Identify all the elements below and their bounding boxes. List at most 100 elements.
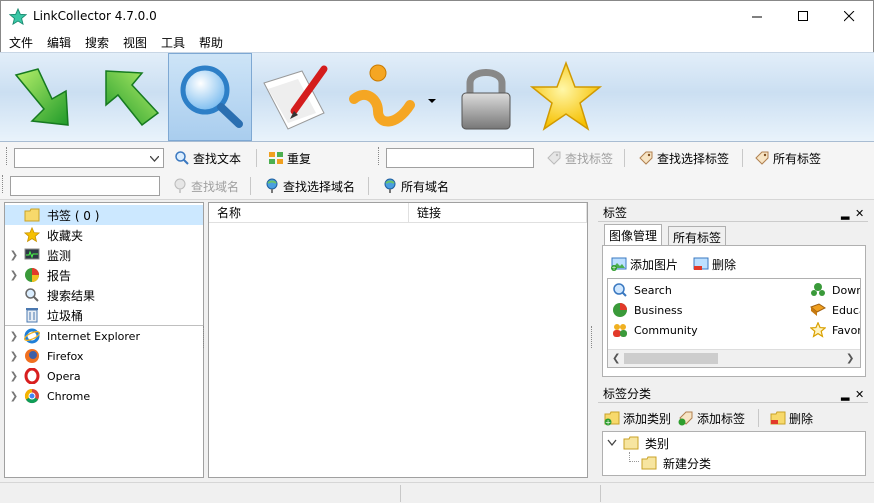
status-cell [600,485,870,502]
magnifier-icon [175,151,189,165]
horizontal-scrollbar[interactable]: ❮ ❯ [608,349,860,367]
scroll-right-icon[interactable]: ❯ [846,353,854,364]
edit-button[interactable] [254,53,338,141]
add-tag-button[interactable]: 添加标签 [678,408,745,428]
tags-tab-content: + 添加图片 删除 Search Business Community Down… [602,245,866,377]
column-header-link[interactable]: 链接 [409,203,587,223]
lock-button[interactable] [444,53,528,141]
maximize-button[interactable] [780,1,826,32]
search-text-combo[interactable] [14,148,164,168]
panel-close-button[interactable]: ✕ [855,205,864,223]
tree-item-firefox[interactable]: ❯ Firefox [5,346,203,366]
find-domain-button[interactable]: 查找域名 [172,176,239,196]
all-domains-button[interactable]: 所有域名 [382,176,449,196]
magnifier-icon [180,65,243,128]
repeat-button[interactable]: 重复 [268,148,311,168]
panel-minimize-button[interactable]: ▂ [841,205,849,223]
chevron-right-icon[interactable]: ❯ [5,391,23,402]
list-item[interactable]: Search [612,281,672,299]
list-item[interactable]: Down [810,281,860,299]
tree-item-internet-explorer[interactable]: ❯ Internet Explorer [5,326,203,346]
menu-edit[interactable]: 编辑 [47,34,71,51]
close-button[interactable] [826,1,872,32]
padlock-icon [461,69,511,130]
find-tag-button[interactable]: 查找标签 [546,148,613,168]
import-button[interactable] [2,53,86,141]
opera-icon [23,368,41,384]
chevron-right-icon[interactable]: ❯ [5,351,23,362]
chevron-right-icon[interactable]: ❯ [5,250,23,261]
tag-search-input[interactable] [386,148,534,168]
favorite-button[interactable] [524,53,608,141]
tree-item-trash[interactable]: 垃圾桶 [5,305,203,325]
separator [742,149,743,167]
export-button[interactable] [86,53,170,141]
paper-pen-icon [263,65,328,130]
folder-icon [623,436,639,450]
toolbar-grip[interactable] [6,147,8,165]
tree-item-category-root[interactable]: 类别 [607,434,669,452]
splitter-left[interactable] [203,326,205,348]
search-toolbar-button[interactable] [168,53,252,141]
tab-image-management[interactable]: 图像管理 [604,224,663,246]
domain-search-input[interactable] [10,176,160,196]
green-up-arrow-icon [105,70,160,127]
menu-view[interactable]: 视图 [123,34,147,51]
menu-help[interactable]: 帮助 [199,34,223,51]
chevron-right-icon[interactable]: ❯ [5,371,23,382]
people-icon [613,324,627,337]
panel-close-button[interactable]: ✕ [855,386,864,404]
toolbar-grip[interactable] [378,147,380,165]
svg-text:+: + [611,265,616,271]
menu-file[interactable]: 文件 [9,34,33,51]
add-category-button[interactable]: + 添加类别 [604,408,671,428]
star-icon [529,60,603,131]
category-tree: 类别 新建分类 [602,431,866,476]
delete-image-icon [693,257,709,270]
tag-icon [755,151,769,165]
monitor-icon [23,247,41,263]
delete-image-button[interactable]: 删除 [693,254,736,274]
find-selected-tag-button[interactable]: 查找选择标签 [638,148,729,168]
menu-search[interactable]: 搜索 [85,34,109,51]
chevron-right-icon[interactable]: ❯ [5,270,23,281]
window-title: LinkCollector 4.7.0.0 [33,9,157,23]
tree-item-reports[interactable]: ❯ 报告 [5,265,203,285]
panel-minimize-button[interactable]: ▂ [841,386,849,404]
list-item[interactable]: Business [612,301,683,319]
scrollbar-thumb[interactable] [624,353,718,364]
maximize-icon [797,11,808,21]
splitter-right[interactable] [591,326,593,348]
tree-item-favorites[interactable]: 收藏夹 [5,225,203,245]
list-item[interactable]: Educa [810,301,860,319]
list-item[interactable]: Community [612,321,698,339]
app-star-icon [9,8,27,26]
all-tags-button[interactable]: 所有标签 [754,148,821,168]
menu-tools[interactable]: 工具 [161,34,185,51]
list-item[interactable]: Favor [810,321,860,339]
chevron-right-icon[interactable]: ❯ [5,331,23,342]
column-header-name[interactable]: 名称 [209,203,409,223]
scroll-left-icon[interactable]: ❮ [612,353,620,364]
tree-item-bookmarks[interactable]: 书签 ( 0 ) [5,205,203,225]
find-text-button[interactable]: 查找文本 [174,148,241,168]
tree-item-new-category[interactable]: 新建分类 [641,454,711,472]
tab-all-tags[interactable]: 所有标签 [668,226,727,246]
tree-item-monitor[interactable]: ❯ 监测 [5,245,203,265]
pie-chart-icon [613,303,627,317]
add-image-button[interactable]: + 添加图片 [611,254,678,274]
info-dropdown-arrow[interactable] [428,93,436,103]
tree-connector [629,452,639,462]
toolbar-grip[interactable] [2,175,4,193]
tree-item-opera[interactable]: ❯ Opera [5,366,203,386]
firefox-icon [23,348,41,364]
tree-item-chrome[interactable]: ❯ Chrome [5,386,203,406]
minimize-button[interactable] [734,1,780,32]
delete-category-button[interactable]: 删除 [770,408,813,428]
tree-item-search-results[interactable]: 搜索结果 [5,285,203,305]
find-selected-domain-button[interactable]: 查找选择域名 [264,176,355,196]
chevron-down-icon[interactable] [607,439,617,447]
add-tag-icon [678,411,693,426]
info-button[interactable] [340,53,424,141]
globe-icon [174,178,186,193]
